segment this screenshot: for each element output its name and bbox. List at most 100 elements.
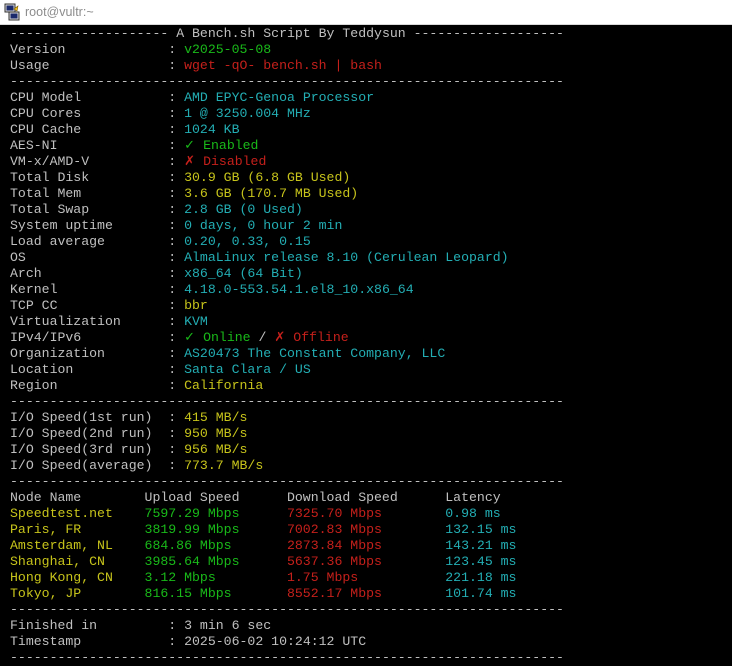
kv-value: ✗ Disabled [184,154,267,169]
separator-line: ----------------------------------------… [10,474,564,489]
kv-value: KVM [184,314,208,329]
kv-label: AES-NI [10,138,169,153]
kv-line: CPU Cache : 1024 KB [10,122,725,138]
kv-value: 2.8 GB (0 Used) [184,202,303,217]
speedtest-cell: 7597.29 Mbps [144,506,240,521]
putty-icon [4,3,20,21]
kv-colon: : [168,218,185,233]
separator-line: ----------------------------------------… [10,394,564,409]
kv-value: AlmaLinux release 8.10 (Cerulean Leopard… [184,250,509,265]
window-title: root@vultr:~ [25,5,94,19]
speedtest-cell: 1.75 Mbps [286,570,359,585]
kv-label: CPU Model [10,90,169,105]
kv-colon: : [168,234,185,249]
kv-line: IPv4/IPv6 : ✓ Online / ✗ Offline [10,330,725,346]
speedtest-cell: Amsterdam, NL [10,538,113,553]
kv-line: Usage : wget -qO- bench.sh | bash [10,58,725,74]
speedtest-cell: Shanghai, CN [10,554,105,569]
kv-line: Total Swap : 2.8 GB (0 Used) [10,202,725,218]
speedtest-row: Paris, FR 3819.99 Mbps 7002.83 Mbps 132.15 … [10,522,725,538]
speedtest-cell: 143.21 ms [445,538,517,553]
kv-colon: : [168,42,185,57]
kv-label: Region [10,378,169,393]
kv-label: CPU Cache [10,122,169,137]
kv-colon: : [168,458,185,473]
speedtest-row: Shanghai, CN 3985.64 Mbps 5637.36 Mbps 123.… [10,554,725,570]
kv-line: TCP CC : bbr [10,298,725,314]
kv-line: Region : California [10,378,725,394]
kv-label: VM-x/AMD-V [10,154,169,169]
kv-colon: : [168,90,185,105]
separator-line: ----------------------------------------… [10,74,564,89]
separator-line: ----------------------------------------… [10,650,564,665]
footer-section: Finished in : 3 min 6 sec Timestamp : 202… [10,618,725,650]
kv-label: I/O Speed(1st run) [10,410,169,425]
speedtest-cell: 101.74 ms [445,586,517,601]
separator-line: ----------------------------------------… [10,602,564,617]
kv-value: 30.9 GB (6.8 GB Used) [184,170,351,185]
terminal-output[interactable]: -------------------- A Bench.sh Script B… [10,26,725,666]
kv-value: AS20473 The Constant Company, LLC [184,346,446,361]
io-speed-section: I/O Speed(1st run) : 415 MB/s I/O Speed(2… [10,410,725,474]
kv-line: AES-NI : ✓ Enabled [10,138,725,154]
kv-label: Timestamp [10,634,169,649]
system-info-section: CPU Model : AMD EPYC-Genoa Processor CPU … [10,90,725,394]
kv-colon: : [168,618,185,633]
kv-colon: : [168,122,185,137]
kv-line: OS : AlmaLinux release 8.10 (Cerulean Le… [10,250,725,266]
kv-label: OS [10,250,169,265]
speedtest-cell: 3.12 Mbps [144,570,216,585]
kv-label: TCP CC [10,298,169,313]
speedtest-row: Amsterdam, NL 684.86 Mbps 2873.84 Mbps 143.… [10,538,725,554]
kv-colon: : [168,250,185,265]
kv-line: CPU Cores : 1 @ 3250.004 MHz [10,106,725,122]
kv-value: 3.6 GB (170.7 MB Used) [184,186,359,201]
kv-colon: : [168,634,185,649]
speedtest-cell: 0.98 ms [445,506,501,521]
speedtest-cell: 5637.36 Mbps [286,554,382,569]
kv-value: 4.18.0-553.54.1.el8_10.x86_64 [184,282,414,297]
speedtest-row: Tokyo, JP 816.15 Mbps 8552.17 Mbps 101.74 m… [10,586,725,602]
column-header: Latency [445,490,501,505]
kv-colon: : [168,170,185,185]
kv-line: VM-x/AMD-V : ✗ Disabled [10,154,725,170]
kv-colon: : [168,330,185,345]
kv-line: Organization : AS20473 The Constant Comp… [10,346,725,362]
kv-label: Finished in [10,618,169,633]
kv-value: / [250,330,275,345]
speedtest-cell: 816.15 Mbps [144,586,232,601]
kv-line: System uptime : 0 days, 0 hour 2 min [10,218,725,234]
kv-value: 950 MB/s [184,426,248,441]
kv-line: I/O Speed(average) : 773.7 MB/s [10,458,725,474]
kv-colon: : [168,362,185,377]
kv-colon: : [168,410,185,425]
kv-label: System uptime [10,218,169,233]
speedtest-cell: Paris, FR [10,522,82,537]
kv-line: Finished in : 3 min 6 sec [10,618,725,634]
speedtest-cell: Tokyo, JP [10,586,82,601]
kv-label: Total Disk [10,170,169,185]
kv-label: Load average [10,234,169,249]
speedtest-cell: Speedtest.net [10,506,113,521]
speedtest-cell: 3985.64 Mbps [144,554,240,569]
kv-label: Usage [10,58,169,73]
kv-value: 956 MB/s [184,442,248,457]
kv-label: Total Swap [10,202,169,217]
kv-colon: : [168,154,185,169]
kv-line: Total Mem : 3.6 GB (170.7 MB Used) [10,186,725,202]
kv-value: wget -qO- bench.sh | bash [184,58,382,73]
kv-value: 1024 KB [184,122,240,137]
kv-value: 2025-06-02 10:24:12 UTC [184,634,367,649]
kv-line: CPU Model : AMD EPYC-Genoa Processor [10,90,725,106]
kv-label: IPv4/IPv6 [10,330,169,345]
kv-value: 1 @ 3250.004 MHz [184,106,311,121]
column-header: Upload Speed [144,490,240,505]
kv-colon: : [168,282,185,297]
kv-colon: : [168,186,185,201]
window-titlebar[interactable]: root@vultr:~ [0,0,732,25]
kv-label: Organization [10,346,169,361]
kv-colon: : [168,58,185,73]
kv-line: Version : v2025-05-08 [10,42,725,58]
speedtest-cell: Hong Kong, CN [10,570,113,585]
speedtest-cell: 2873.84 Mbps [286,538,382,553]
